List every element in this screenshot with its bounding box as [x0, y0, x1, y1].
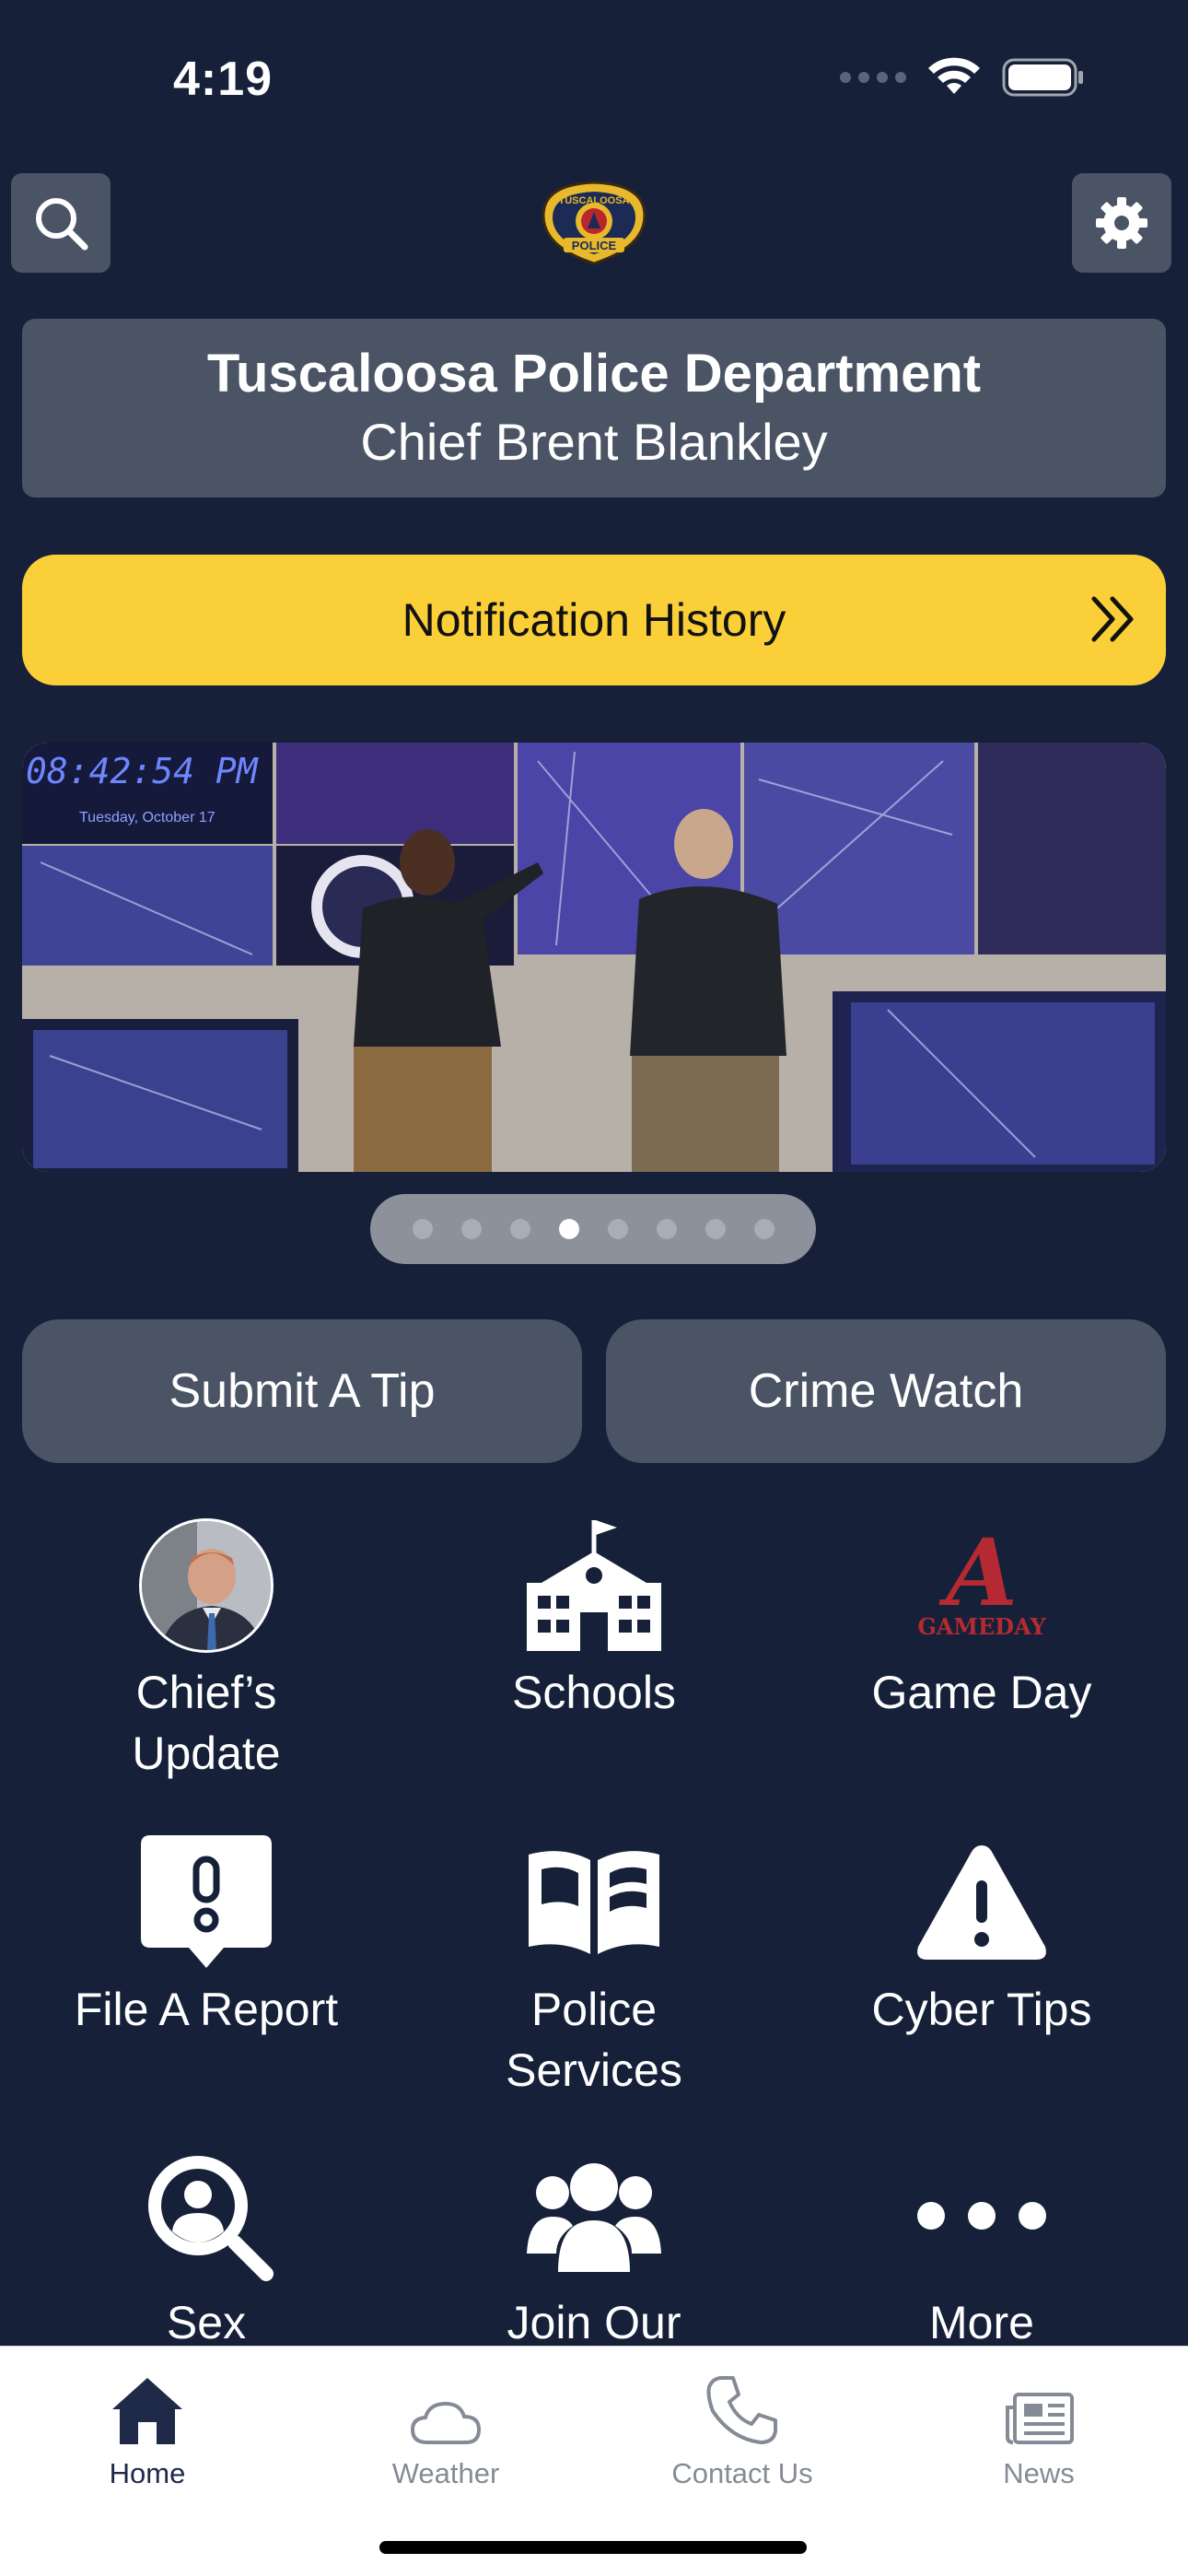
pager-dot[interactable]	[705, 1219, 726, 1239]
pager-dot-active[interactable]	[558, 1219, 579, 1239]
tab-weather-label: Weather	[391, 2457, 500, 2489]
notification-history-label: Notification History	[402, 594, 786, 646]
pager-dot[interactable]	[509, 1219, 530, 1239]
search-icon	[36, 198, 88, 251]
schools-tile[interactable]: Schools	[401, 1516, 787, 1723]
cellular-signal-icon	[840, 72, 906, 83]
cyber-tips-tile[interactable]: Cyber Tips	[788, 1833, 1175, 2040]
status-bar: 4:19	[0, 0, 1188, 157]
search-button[interactable]	[11, 173, 111, 273]
tab-contact[interactable]: Contact Us	[641, 2363, 844, 2490]
cyber-tips-label: Cyber Tips	[871, 1984, 1092, 2035]
police-services-label: Police Services	[506, 1984, 682, 2096]
submit-tip-button[interactable]: Submit A Tip	[22, 1319, 582, 1463]
logo-top-text: TUSCALOOSA	[559, 195, 630, 206]
pager-dot[interactable]	[412, 1219, 433, 1239]
department-card: Tuscaloosa Police Department Chief Brent…	[22, 319, 1166, 498]
warning-triangle-icon	[917, 1845, 1046, 1960]
crime-watch-button[interactable]: Crime Watch	[606, 1319, 1166, 1463]
status-time: 4:19	[173, 53, 274, 106]
chiefs-update-tile[interactable]: Chief’s Update	[13, 1516, 400, 1784]
pager-dot[interactable]	[753, 1219, 775, 1239]
cloud-icon	[410, 2401, 482, 2444]
phone-icon	[706, 2376, 777, 2444]
crime-watch-label: Crime Watch	[748, 1364, 1024, 1418]
tab-news[interactable]: News	[938, 2363, 1140, 2490]
notification-history-button[interactable]: Notification History	[22, 555, 1166, 685]
more-tile[interactable]: More	[788, 2147, 1175, 2353]
join-our-tile[interactable]: Join Our	[401, 2147, 787, 2353]
game-day-label: Game Day	[871, 1667, 1092, 1718]
pager-dot[interactable]	[656, 1219, 677, 1239]
tab-home-label: Home	[109, 2457, 186, 2489]
more-dots-icon	[917, 2202, 1046, 2230]
settings-button[interactable]	[1072, 173, 1171, 273]
newspaper-icon	[1006, 2393, 1074, 2444]
carousel-screen-clock: 08:42:54 PM	[26, 751, 259, 791]
wifi-icon	[928, 57, 980, 94]
tab-home[interactable]: Home	[46, 2363, 249, 2490]
join-our-label: Join Our	[507, 2297, 681, 2348]
carousel-image: 08:42:54 PM Tuesday, October 17	[22, 743, 1166, 1172]
schools-label: Schools	[512, 1667, 676, 1718]
chief-avatar	[139, 1518, 274, 1653]
file-report-label: File A Report	[74, 1984, 339, 2035]
tab-contact-label: Contact Us	[671, 2457, 813, 2489]
gameday-logo: A GAMEDAY	[917, 1526, 1046, 1640]
battery-icon	[1002, 58, 1083, 97]
chiefs-update-label: Chief’s Update	[132, 1667, 281, 1779]
police-services-tile[interactable]: Police Services	[401, 1833, 787, 2101]
sex-offender-tile[interactable]: Sex	[13, 2147, 400, 2353]
school-icon	[527, 1520, 661, 1651]
game-day-tile[interactable]: A GAMEDAY Game Day	[788, 1516, 1175, 1723]
pager-dot[interactable]	[607, 1219, 628, 1239]
carousel-pager[interactable]	[370, 1194, 816, 1264]
search-person-icon	[148, 2156, 274, 2281]
chief-name: Chief Brent Blankley	[360, 413, 828, 471]
carousel-screen-date: Tuesday, October 17	[79, 810, 215, 825]
submit-tip-label: Submit A Tip	[169, 1364, 436, 1418]
more-label: More	[929, 2297, 1034, 2348]
tab-news-label: News	[1003, 2457, 1075, 2489]
gameday-logo-text: GAMEDAY	[917, 1613, 1046, 1640]
file-report-tile[interactable]: File A Report	[13, 1833, 400, 2040]
status-indicators	[840, 57, 1085, 98]
pager-dot[interactable]	[460, 1219, 482, 1239]
double-chevron-right-icon	[1091, 596, 1134, 642]
book-open-icon	[529, 1851, 659, 1954]
home-icon	[112, 2378, 182, 2444]
sex-offender-label: Sex	[166, 2297, 247, 2348]
police-badge-logo: TUSCALOOSA POLICE	[536, 179, 652, 267]
logo-bottom-text: POLICE	[572, 239, 617, 252]
department-title: Tuscaloosa Police Department	[206, 344, 982, 404]
home-indicator[interactable]	[379, 2541, 807, 2554]
svg-text:A: A	[938, 1526, 1018, 1627]
tab-weather[interactable]: Weather	[344, 2363, 547, 2490]
gear-icon	[1096, 197, 1147, 249]
report-alert-icon	[141, 1835, 272, 1968]
image-carousel[interactable]: 08:42:54 PM Tuesday, October 17	[22, 743, 1166, 1172]
users-group-icon	[527, 2163, 661, 2272]
